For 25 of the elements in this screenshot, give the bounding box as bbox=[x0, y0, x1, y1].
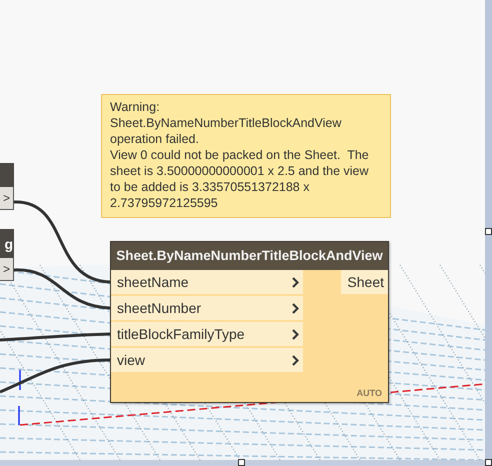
chevron-icon bbox=[292, 354, 299, 366]
warning-text: 2.73795972125595 bbox=[110, 195, 219, 211]
node-card[interactable]: Sheet.ByNameNumberTitleBlockAndView sheetName sheetNumber titleBlockFamilyType view Sheet AUTO bbox=[110, 241, 389, 403]
input-port[interactable]: sheetNumber bbox=[111, 296, 303, 320]
warning-text: Warning: bbox=[110, 99, 161, 115]
chevron-icon bbox=[292, 276, 299, 288]
node-title: Sheet.ByNameNumberTitleBlockAndView bbox=[111, 242, 388, 270]
resize-handle[interactable] bbox=[485, 459, 492, 466]
output-port[interactable]: Sheet bbox=[341, 270, 388, 294]
chevron-icon bbox=[292, 302, 299, 314]
output-port[interactable]: > bbox=[0, 187, 14, 210]
input-port[interactable]: titleBlockFamilyType bbox=[111, 322, 303, 346]
run-mode-label: AUTO bbox=[356, 388, 382, 398]
warning-text: operation failed. bbox=[110, 131, 200, 147]
chevron-icon bbox=[292, 328, 299, 340]
warning-text: to be added is 3.33570551372188 x bbox=[110, 179, 310, 195]
input-port[interactable]: view bbox=[111, 348, 303, 372]
node-header: g bbox=[0, 229, 14, 258]
resize-handle[interactable] bbox=[485, 228, 492, 235]
input-port[interactable]: sheetName bbox=[111, 270, 303, 294]
warning-text: View 0 could not be packed on the Sheet. The bbox=[110, 147, 370, 163]
output-port[interactable]: > bbox=[0, 258, 14, 281]
warning-text: Sheet.ByNameNumberTitleBlockAndView bbox=[110, 115, 342, 131]
warning-text: sheet is 3.50000000000001 x 2.5 and the view bbox=[110, 163, 370, 179]
resize-handle[interactable] bbox=[238, 459, 245, 466]
